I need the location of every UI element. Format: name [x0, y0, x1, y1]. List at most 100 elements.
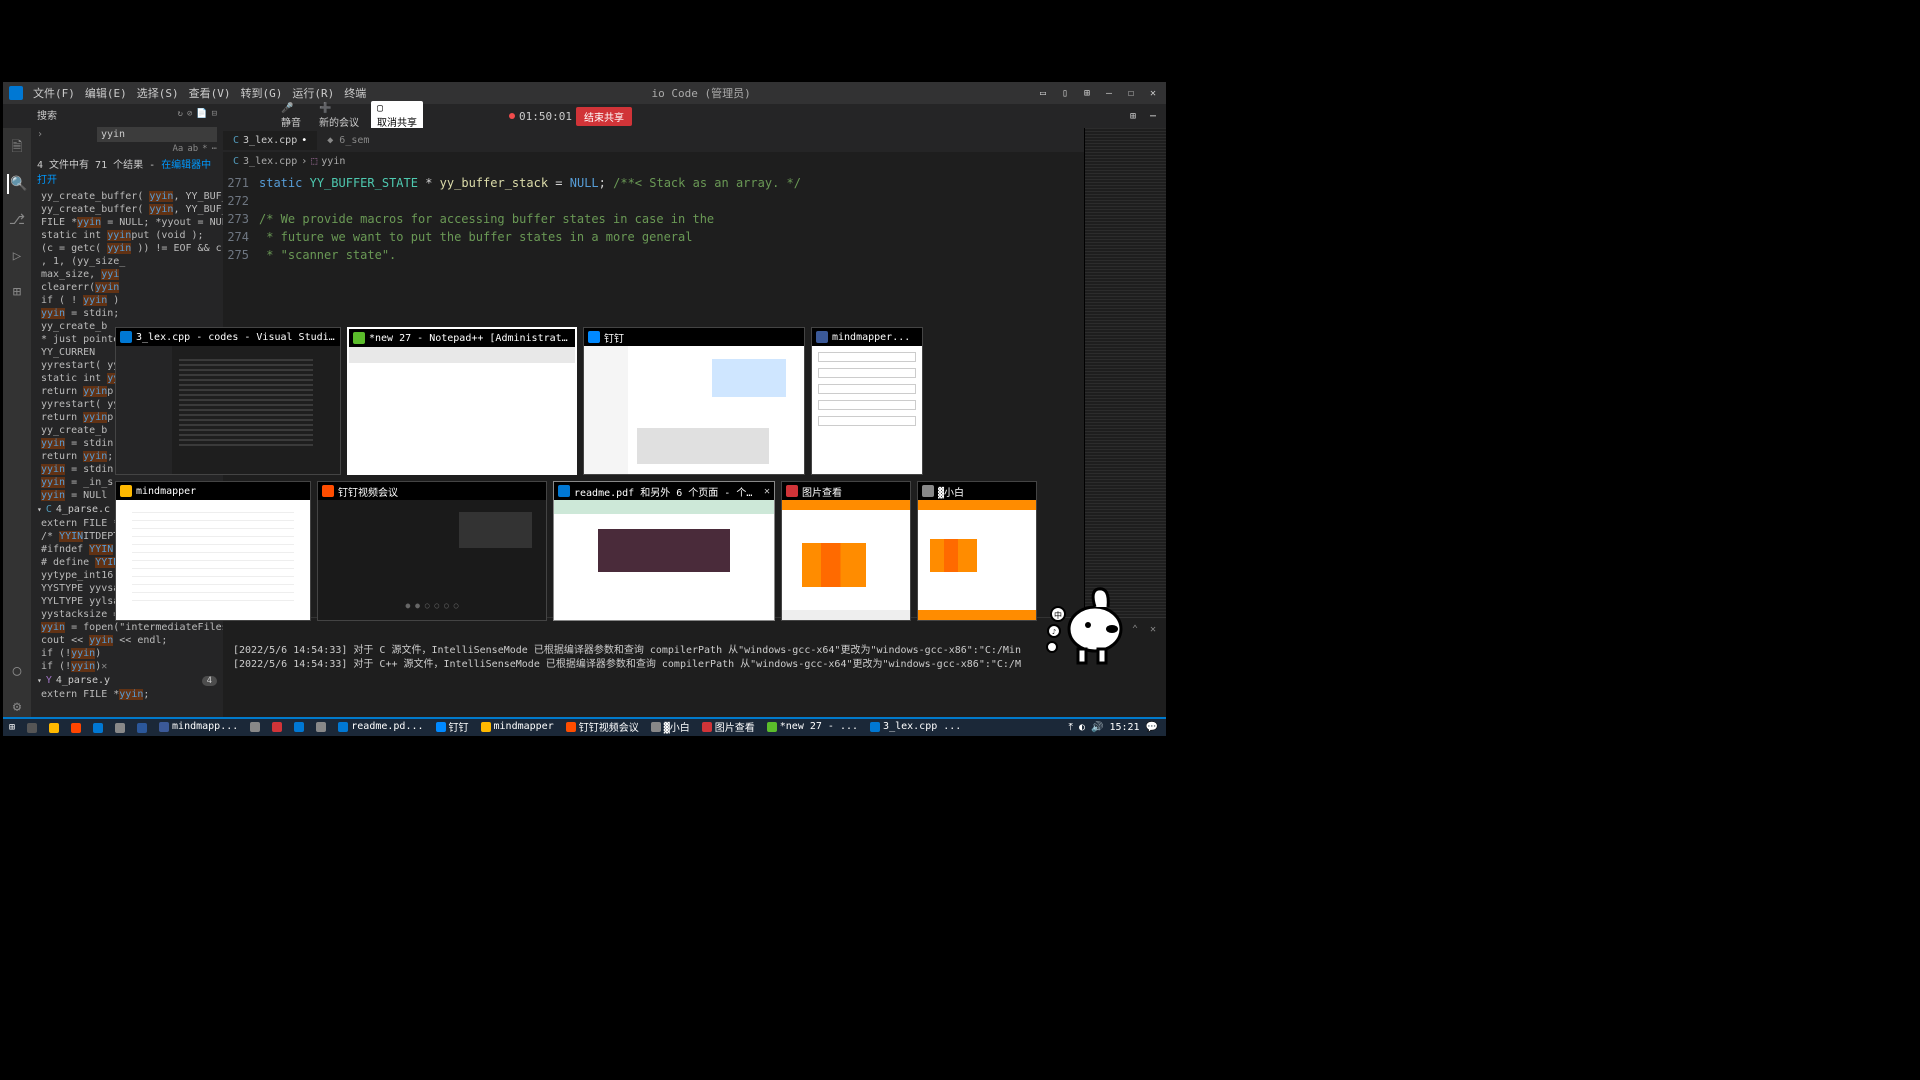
more-icon[interactable]: ⋯	[212, 144, 217, 154]
alttab-thumb[interactable]: 图片查看	[781, 481, 911, 621]
search-result-item[interactable]: extern FILE *yyin;	[31, 688, 223, 701]
notification-icon[interactable]: 💬	[1146, 722, 1158, 733]
taskbar-item[interactable]	[131, 719, 153, 736]
close-icon[interactable]: ✕	[101, 661, 107, 672]
search-result-item[interactable]: if (!yyin)	[31, 647, 223, 660]
taskbar-item[interactable]: mindmapper	[475, 719, 560, 736]
taskbar-item[interactable]	[21, 719, 43, 736]
clear-icon[interactable]: ⊘	[187, 109, 192, 119]
svg-text:中: 中	[1054, 610, 1062, 620]
taskbar-item[interactable]	[43, 719, 65, 736]
search-result-item[interactable]: (c = getc( yyin )) != EOF && c != '\n'; …	[31, 242, 223, 255]
taskbar-item[interactable]: ⊞	[3, 719, 21, 736]
menu-edit[interactable]: 编辑(E)	[85, 85, 127, 101]
alttab-thumb[interactable]: 3_lex.cpp - codes - Visual Studio Code..…	[115, 327, 341, 475]
tab-3lex[interactable]: C 3_lex.cpp •	[223, 131, 317, 150]
taskbar-item[interactable]	[244, 719, 266, 736]
taskbar-item[interactable]: 钉钉视频会议	[560, 719, 645, 736]
search-result-item[interactable]: if ( ! yyin )	[31, 294, 223, 307]
minimap[interactable]	[1084, 128, 1166, 617]
search-result-item[interactable]: yy_create_buffer( yyin, YY_BUF_SIZE ); \	[31, 190, 223, 203]
taskbar-item[interactable]	[65, 719, 87, 736]
search-result-item[interactable]: cout << yyin << endl;	[31, 634, 223, 647]
clock[interactable]: 15:21	[1109, 722, 1139, 733]
menu-go[interactable]: 转到(G)	[241, 85, 283, 101]
modified-dot-icon: •	[301, 135, 307, 146]
menu-bar: 文件(F) 编辑(E) 选择(S) 查看(V) 转到(G) 运行(R) 终端	[33, 85, 366, 101]
taskbar-item[interactable]: 钉钉	[430, 719, 475, 736]
search-result-item[interactable]: max_size, yyi	[31, 268, 223, 281]
taskbar-item[interactable]: readme.pd...	[332, 719, 429, 736]
share-button[interactable]: ▢取消共享	[371, 101, 423, 131]
refresh-icon[interactable]: ↻	[178, 109, 183, 119]
record-dot-icon	[509, 113, 515, 119]
menu-view[interactable]: 查看(V)	[189, 85, 231, 101]
search-result-item[interactable]: yyin = stdin;	[31, 307, 223, 320]
tray-icon[interactable]: ⤒	[1069, 722, 1073, 733]
mute-button[interactable]: 🎤静音	[275, 101, 307, 131]
search-file-header[interactable]: ▾Y 4_parse.y4	[31, 673, 223, 688]
menu-terminal[interactable]: 终端	[344, 85, 366, 101]
account-icon[interactable]: ◯	[7, 661, 27, 681]
alttab-thumb[interactable]: 钉钉	[583, 327, 805, 475]
close-icon[interactable]: ✕	[764, 486, 770, 497]
extensions-icon[interactable]: ⊞	[7, 282, 27, 302]
search-result-item[interactable]: if (!yyin)✕	[31, 660, 223, 673]
search-input[interactable]	[97, 127, 217, 142]
maximize-icon[interactable]: ☐	[1124, 86, 1138, 100]
alttab-thumb[interactable]: *new 27 - Notepad++ [Administrator]	[347, 327, 577, 475]
terminal-output[interactable]: [2022/5/6 14:54:33] 对于 C 源文件，IntelliSens…	[223, 640, 1166, 676]
alttab-thumb[interactable]: ▓小白	[917, 481, 1037, 621]
taskbar-item[interactable]: 图片查看	[696, 719, 761, 736]
taskbar: ⊞ mindmapp... readme.pd...钉钉mindmapper钉钉视频…	[3, 719, 1166, 736]
search-icon[interactable]: 🔍	[7, 174, 27, 194]
alttab-thumb[interactable]: 钉钉视频会议● ● ○ ○ ○ ○	[317, 481, 547, 621]
layout-icon[interactable]: ▭	[1036, 86, 1050, 100]
close-icon[interactable]: ✕	[1150, 624, 1156, 635]
collapse-icon[interactable]: ⊟	[212, 109, 217, 119]
alttab-thumb[interactable]: readme.pdf 和另外 6 个页面 - 个人 - Mi...✕	[553, 481, 775, 621]
layout-icon[interactable]: ⊞	[1080, 86, 1094, 100]
taskbar-item[interactable]	[266, 719, 288, 736]
alttab-thumb[interactable]: mindmapper...	[811, 327, 923, 475]
tray-icon[interactable]: 🔊	[1091, 722, 1103, 733]
taskbar-item[interactable]	[87, 719, 109, 736]
case-sensitive-icon[interactable]: Aa	[172, 144, 183, 154]
search-result-item[interactable]: yy_create_buffer( yyin, YY_BUF_SIZE ); \	[31, 203, 223, 216]
menu-file[interactable]: 文件(F)	[33, 85, 75, 101]
layout-icon[interactable]: ▯	[1058, 86, 1072, 100]
close-icon[interactable]: ✕	[1146, 86, 1160, 100]
regex-icon[interactable]: *	[202, 144, 207, 154]
tray-icon[interactable]: ◐	[1079, 722, 1085, 733]
explorer-icon[interactable]: 🗎	[7, 138, 27, 158]
minimize-icon[interactable]: —	[1102, 86, 1116, 100]
new-file-icon[interactable]: 📄	[196, 109, 207, 119]
stop-share-button[interactable]: 结束共享	[576, 107, 632, 126]
taskbar-item[interactable]	[109, 719, 131, 736]
breadcrumb[interactable]: C 3_lex.cpp › ⬚ yyin	[223, 152, 1084, 170]
split-icon[interactable]: ⊞	[1126, 109, 1140, 123]
debug-icon[interactable]: ▷	[7, 246, 27, 266]
more-icon[interactable]: ⋯	[1146, 109, 1160, 123]
taskbar-item[interactable]: ▓小白	[645, 719, 696, 736]
search-result-item[interactable]: static int yyinput (void );	[31, 229, 223, 242]
menu-run[interactable]: 运行(R)	[292, 85, 334, 101]
alttab-thumb[interactable]: mindmapper	[115, 481, 311, 621]
new-meeting-button[interactable]: ➕新的会议	[313, 101, 365, 131]
taskbar-item[interactable]: 3_lex.cpp ...	[864, 719, 967, 736]
search-result-item[interactable]: , 1, (yy_size_	[31, 255, 223, 268]
alt-tab-switcher: 3_lex.cpp - codes - Visual Studio Code..…	[115, 327, 1055, 635]
taskbar-item[interactable]	[310, 719, 332, 736]
search-result-item[interactable]: FILE *yyin = NULL; *yyout = NULL;	[31, 216, 223, 229]
whole-word-icon[interactable]: ab	[187, 144, 198, 154]
scm-icon[interactable]: ⎇	[7, 210, 27, 230]
menu-selection[interactable]: 选择(S)	[137, 85, 179, 101]
gear-icon[interactable]: ⚙	[7, 697, 27, 717]
taskbar-item[interactable]: *new 27 - ...	[761, 719, 864, 736]
search-result-item[interactable]: clearerr(yyin	[31, 281, 223, 294]
taskbar-item[interactable]	[288, 719, 310, 736]
vscode-icon	[9, 86, 23, 100]
chevron-right-icon[interactable]: ›	[37, 129, 43, 140]
taskbar-item[interactable]: mindmapp...	[153, 719, 244, 736]
code-editor[interactable]: 271static YY_BUFFER_STATE * yy_buffer_st…	[223, 170, 1084, 268]
